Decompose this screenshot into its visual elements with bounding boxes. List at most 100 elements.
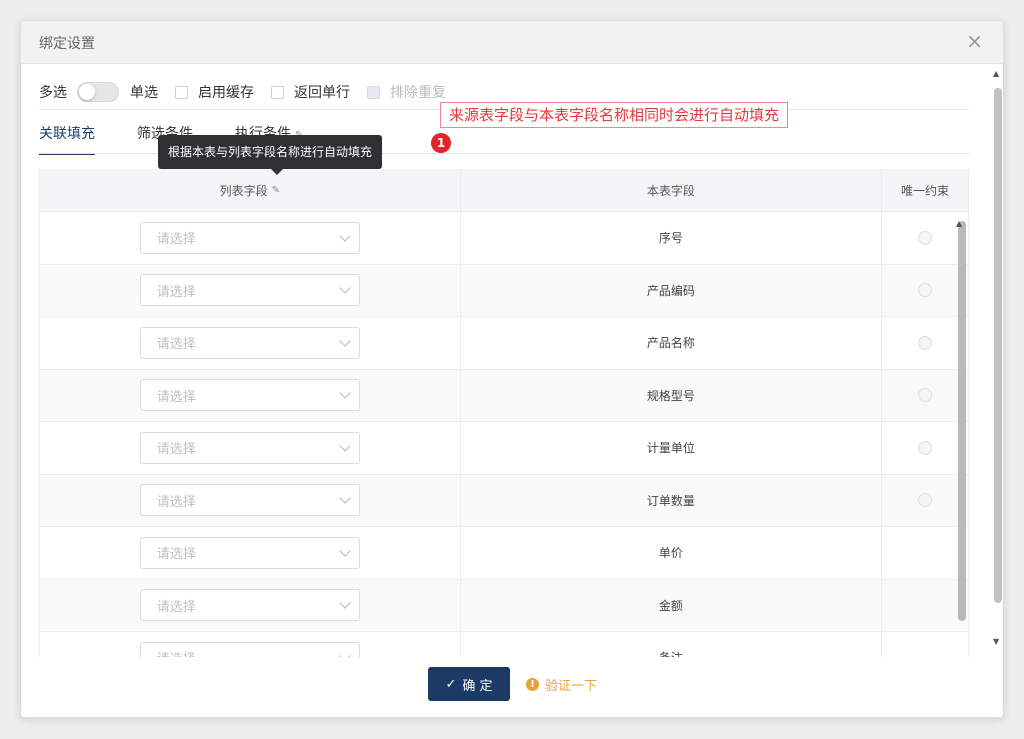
cache-label: 启用缓存 (198, 85, 254, 101)
table-row: 请选择 金额 (40, 579, 969, 632)
list-field-cell: 请选择 (40, 474, 461, 526)
dedupe-checkbox[interactable] (367, 85, 380, 99)
list-field-cell: 请选择 (40, 632, 461, 657)
unique-cell (882, 369, 969, 421)
auto-fill-tooltip: 根据本表与列表字段名称进行自动填充 (158, 135, 383, 175)
list-field-cell: 请选择 (40, 212, 461, 264)
unique-radio[interactable] (918, 493, 933, 508)
header-label: 本表字段 (646, 183, 695, 198)
confirm-button[interactable]: ✓ 确 定 (428, 667, 510, 701)
annotation-badge: 1 (431, 133, 451, 153)
return-single-checkbox[interactable] (271, 85, 284, 99)
this-field-name: 金额 (658, 598, 683, 613)
table-body: 请选择 序号 请选择 产品编码 请选择 产品名称 请选择 规格型号 请选择 计量单位 请选择 订单数量… (40, 212, 969, 657)
check-icon: ✓ (445, 676, 457, 692)
return-single-label: 返回单行 (294, 85, 350, 101)
unique-cell (882, 317, 969, 369)
tab-label: 关联填充 (39, 126, 95, 142)
select-placeholder: 请选择 (156, 389, 196, 405)
table-row: 请选择 计量单位 (40, 422, 969, 475)
verify-link[interactable]: ! 验证一下 (526, 675, 597, 694)
unique-cell (882, 474, 969, 526)
this-field-cell: 产品编码 (461, 264, 883, 316)
unique-radio[interactable] (918, 283, 933, 298)
header-unique: 唯一约束 (882, 169, 969, 211)
list-field-select[interactable]: 请选择 (139, 326, 360, 359)
list-field-select[interactable]: 请选择 (139, 274, 360, 307)
scroll-up-arrow-icon[interactable]: ▲ (956, 219, 962, 228)
close-icon[interactable]: × (966, 31, 983, 51)
list-field-select[interactable]: 请选择 (139, 589, 360, 622)
scroll-up-arrow-icon[interactable]: ▲ (993, 69, 999, 78)
dialog-title: 绑定设置 (39, 36, 95, 52)
this-field-name: 序号 (658, 231, 683, 246)
auto-fill-icon[interactable]: ✎ (272, 185, 280, 196)
scroll-down-arrow-icon[interactable]: ▼ (993, 637, 999, 646)
confirm-label: 确 定 (462, 678, 493, 694)
this-field-cell: 单价 (461, 527, 883, 579)
list-field-select[interactable]: 请选择 (139, 536, 360, 569)
chevron-down-icon (339, 387, 351, 399)
unique-radio[interactable] (918, 335, 933, 350)
this-field-name: 单价 (658, 546, 683, 561)
this-field-cell: 备注 (461, 632, 883, 657)
info-icon: ! (526, 678, 539, 691)
table-scrollbar[interactable] (958, 221, 966, 621)
chevron-down-icon (339, 545, 351, 557)
this-field-name: 备注 (659, 649, 683, 657)
chevron-down-icon (339, 230, 351, 242)
this-field-name: 计量单位 (646, 441, 695, 456)
table-row: 请选择 产品名称 (40, 317, 969, 370)
list-field-cell: 请选择 (40, 369, 461, 421)
selection-options: 多选 单选 启用缓存 返回单行 排除重复 (39, 81, 446, 103)
list-field-cell: 请选择 (40, 422, 461, 474)
chevron-down-icon (339, 282, 351, 294)
list-field-select[interactable]: 请选择 (139, 431, 360, 464)
this-field-cell: 序号 (461, 212, 883, 264)
bind-settings-dialog: 绑定设置 × 多选 单选 启用缓存 返回单行 排除重复 关联填充 筛选条件 执行… (20, 20, 1004, 718)
single-select-label: 单选 (130, 85, 158, 101)
select-placeholder: 请选择 (156, 599, 196, 615)
this-field-name: 产品编码 (646, 283, 695, 298)
unique-cell (882, 579, 969, 631)
header-label: 唯一约束 (901, 183, 950, 198)
unique-radio[interactable] (918, 230, 933, 245)
verify-label: 验证一下 (545, 679, 598, 694)
chevron-down-icon (339, 492, 351, 504)
list-field-cell: 请选择 (40, 264, 461, 316)
unique-radio[interactable] (918, 388, 933, 403)
list-field-cell: 请选择 (40, 527, 461, 579)
list-field-select[interactable]: 请选择 (139, 641, 360, 657)
this-field-cell: 产品名称 (461, 317, 883, 369)
chevron-down-icon (339, 335, 351, 347)
header-this-field: 本表字段 (461, 169, 883, 211)
unique-radio[interactable] (918, 440, 933, 455)
select-placeholder: 请选择 (156, 337, 196, 353)
list-field-select[interactable]: 请选择 (139, 484, 360, 517)
dialog-scrollbar[interactable] (994, 88, 1002, 603)
table-row: 请选择 单价 (40, 527, 969, 580)
this-field-name: 产品名称 (646, 336, 695, 351)
this-field-name: 规格型号 (646, 388, 695, 403)
list-field-select[interactable]: 请选择 (139, 221, 360, 254)
table-row: 请选择 规格型号 (40, 369, 969, 422)
chevron-down-icon (339, 597, 351, 609)
field-mapping-table: 列表字段 ✎ 本表字段 唯一约束 请选择 序号 请选择 产品编码 请选择 产品名称 请选择 规格… (39, 169, 969, 657)
list-field-select[interactable]: 请选择 (139, 379, 360, 412)
table-row: 请选择 备注 (40, 632, 969, 657)
tab-linked-fill[interactable]: 关联填充 (39, 123, 95, 155)
select-placeholder: 请选择 (157, 648, 196, 657)
select-placeholder: 请选择 (156, 442, 196, 458)
cache-checkbox[interactable] (175, 85, 188, 99)
annotation-callout: 来源表字段与本表字段名称相同时会进行自动填充 (440, 102, 789, 128)
unique-cell (882, 422, 969, 474)
toggle-knob (79, 84, 95, 100)
unique-cell (882, 527, 969, 579)
multi-single-toggle[interactable] (77, 82, 119, 102)
table-row: 请选择 产品编码 (40, 264, 969, 317)
this-field-cell: 计量单位 (461, 422, 883, 474)
this-field-cell: 金额 (461, 579, 883, 631)
list-field-cell: 请选择 (40, 579, 461, 631)
header-list-field: 列表字段 ✎ (40, 169, 461, 211)
unique-cell (882, 264, 969, 316)
